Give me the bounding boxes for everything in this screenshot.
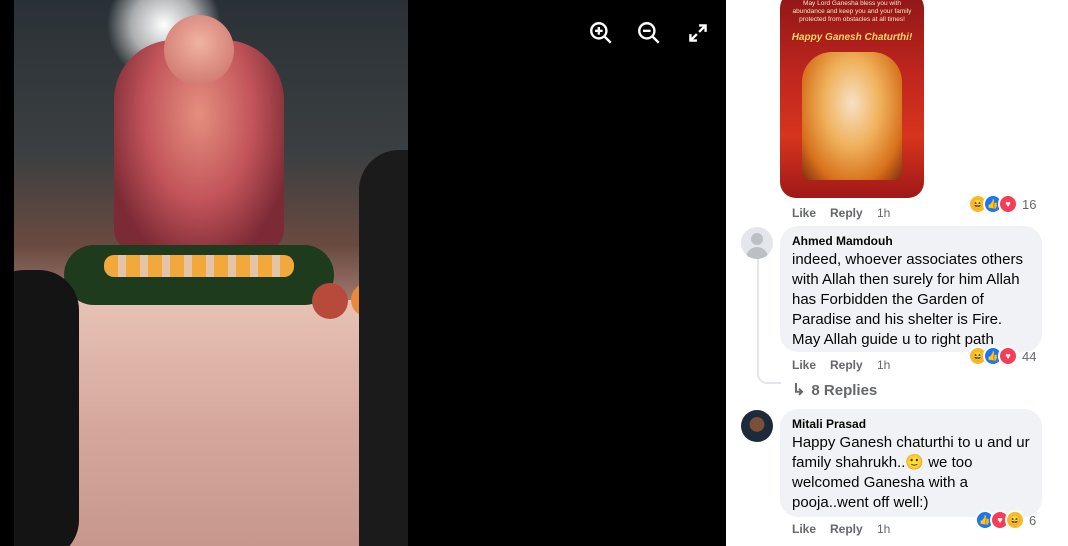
idol-head [164,15,234,85]
reaction-count: 16 [1022,196,1037,212]
love-reaction-icon: ♥ [998,194,1018,214]
reply-button[interactable]: Reply [830,522,863,536]
replies-label: 8 Replies [811,381,878,399]
comment-author[interactable]: Ahmed Mamdouh [792,234,1030,248]
love-reaction-icon: ♥ [998,346,1018,366]
card-title: Happy Ganesh Chaturthi! [791,32,913,43]
comment-time[interactable]: 1h [877,358,890,372]
comment-bubble: Ahmed Mamdouh indeed, whoever associates… [780,226,1042,352]
avatar[interactable] [741,227,773,259]
comment-text: indeed, whoever associates others with A… [792,251,1023,348]
comment-bubble: Mitali Prasad Happy Ganesh chaturthi to … [780,409,1042,517]
photo-viewer [0,0,726,546]
card-text: May Lord Ganesha bless you with abundanc… [792,0,912,23]
avatar-head [751,233,763,245]
comment-author[interactable]: Mitali Prasad [792,417,1030,431]
avatar-body [746,247,768,259]
reaction-count: 6 [1029,512,1037,528]
greeting-card-image[interactable]: May Lord Ganesha bless you with abundanc… [780,0,924,198]
haha-reaction-icon: 😆 [1005,510,1025,530]
zoom-in-icon[interactable] [588,20,614,46]
reaction-summary[interactable]: 👍 ♥ 😆 6 [975,510,1036,530]
post-photo [14,0,408,546]
comment-time[interactable]: 1h [877,206,890,220]
reply-button[interactable]: Reply [830,206,863,220]
reaction-count: 44 [1022,348,1037,364]
like-button[interactable]: Like [792,522,816,536]
reaction-summary[interactable]: 😆 👍 ♥ 16 [968,194,1036,214]
comments-panel: May Lord Ganesha bless you with abundanc… [726,0,1068,546]
reply-button[interactable]: Reply [830,358,863,372]
foreground-shadow-right [359,150,408,546]
ganesha-illustration [802,52,902,180]
reply-arrow-icon: ↳ [792,382,806,399]
view-replies-button[interactable]: ↳ 8 Replies [792,380,877,400]
pomegranate [312,283,348,319]
zoom-out-icon[interactable] [636,20,662,46]
reaction-summary[interactable]: 😆 👍 ♥ 44 [968,346,1036,366]
altar-table [34,300,408,546]
flower-garland [104,255,294,277]
reply-thread-line [757,259,781,384]
comment-time[interactable]: 1h [877,522,890,536]
foreground-shadow-left [14,270,79,546]
comment-text: Happy Ganesh chaturthi to u and ur famil… [792,434,1030,511]
like-button[interactable]: Like [792,358,816,372]
like-button[interactable]: Like [792,206,816,220]
fullscreen-icon[interactable] [685,20,711,46]
avatar[interactable] [741,410,773,442]
